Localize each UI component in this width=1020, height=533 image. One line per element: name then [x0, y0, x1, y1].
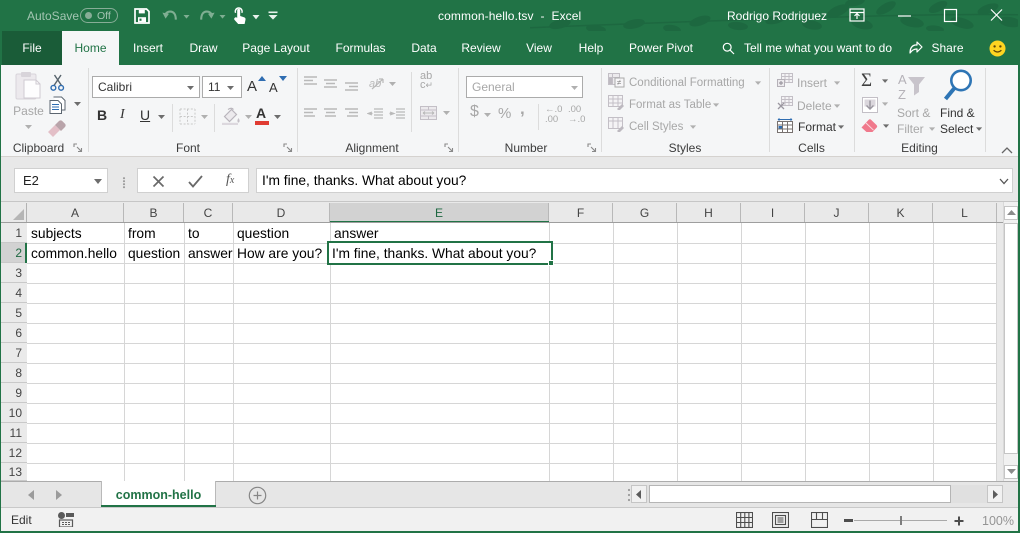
svg-text:≠: ≠: [617, 78, 622, 87]
svg-text:ab: ab: [369, 78, 381, 90]
